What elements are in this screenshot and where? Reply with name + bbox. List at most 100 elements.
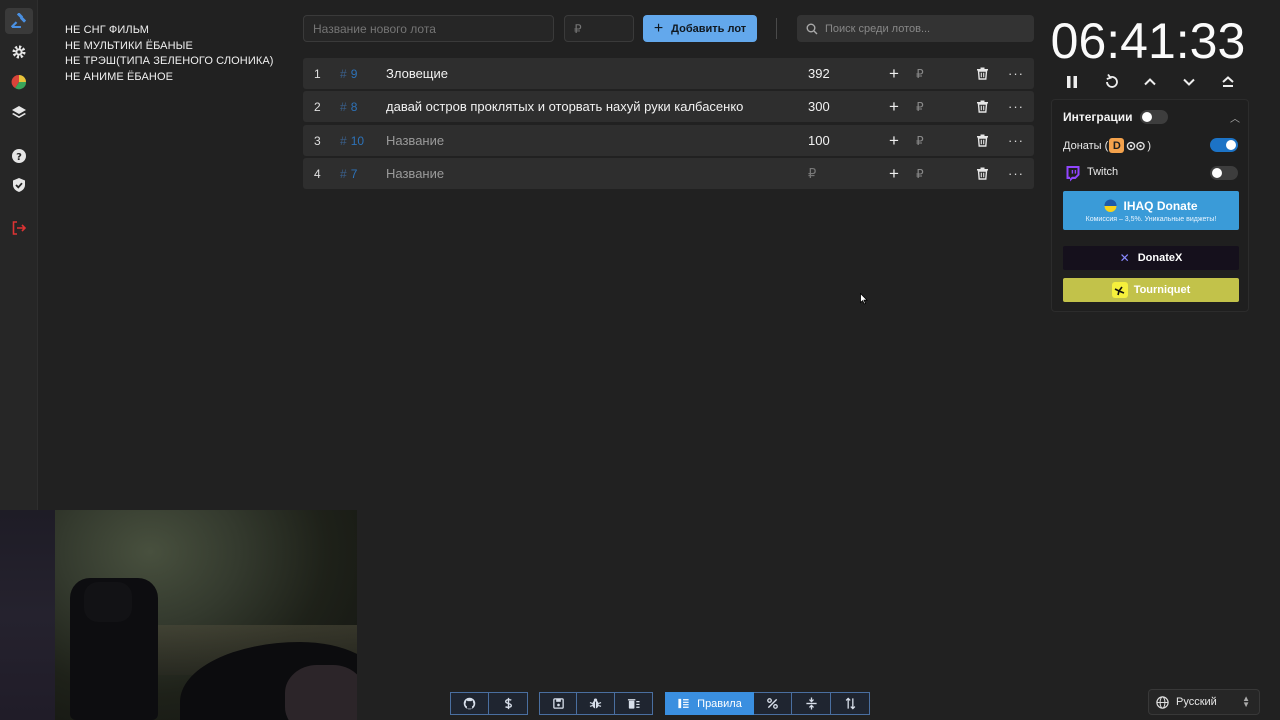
pie-chart-icon[interactable] (5, 69, 33, 95)
search-placeholder: Поиск среди лотов... (825, 22, 931, 35)
lot-row[interactable]: 4 #7 Название ₽ + ₽ ··· (303, 158, 1034, 189)
ruble-input[interactable]: ₽ (916, 125, 924, 156)
shield-check-icon[interactable] (5, 172, 33, 198)
donationalerts-logo-icon: D (1109, 138, 1125, 153)
add-amount-icon[interactable]: + (886, 91, 902, 122)
lot-amount-input[interactable] (564, 15, 634, 42)
globe-icon (1156, 695, 1169, 709)
donations-toggle[interactable] (1210, 138, 1238, 152)
sort-icon[interactable] (831, 692, 870, 715)
bug-icon[interactable] (577, 692, 615, 715)
tourniquet-button[interactable]: Tourniquet (1063, 278, 1239, 302)
lot-id: #9 (340, 58, 357, 89)
donations-label: Донаты ( (1063, 139, 1109, 152)
more-options-icon[interactable]: ··· (1008, 91, 1024, 122)
webcam-overlay (0, 510, 357, 720)
add-amount-icon[interactable]: + (886, 58, 902, 89)
add-amount-icon[interactable]: + (886, 125, 902, 156)
percent-icon[interactable] (754, 692, 792, 715)
hash-icon: # (340, 166, 347, 181)
lot-amount-field[interactable]: 300 (808, 91, 830, 122)
add-amount-icon[interactable]: + (886, 158, 902, 189)
tourniquet-label: Tourniquet (1133, 284, 1191, 296)
lot-name-field[interactable]: Зловещие (386, 58, 448, 89)
more-options-icon[interactable]: ··· (1008, 125, 1024, 156)
lot-name-field[interactable]: давай остров проклятых и оторвать нахуй … (386, 91, 743, 122)
toolbar-divider (776, 18, 777, 39)
trash-list-icon[interactable] (615, 692, 653, 715)
ruble-input[interactable]: ₽ (916, 58, 924, 89)
hash-icon: # (340, 133, 347, 148)
donatex-button[interactable]: ✕ DonateX (1063, 246, 1239, 270)
rule-line: НЕ МУЛЬТИКИ ЁБАНЫЕ (65, 39, 193, 52)
rules-list: НЕ СНГ ФИЛЬМ НЕ МУЛЬТИКИ ЁБАНЫЕ НЕ ТРЭШ(… (65, 23, 274, 85)
trash-icon[interactable] (976, 125, 989, 156)
search-icon (806, 23, 818, 34)
lot-row[interactable]: 1 #9 Зловещие 392 + ₽ ··· (303, 58, 1034, 89)
lot-amount-field[interactable]: ₽ (808, 158, 816, 189)
trash-icon[interactable] (976, 58, 989, 89)
svg-text:?: ? (16, 152, 22, 163)
lot-name-field[interactable]: Название (386, 125, 444, 156)
ruble-input[interactable]: ₽ (916, 91, 924, 122)
donations-row: Донаты ( D ) (1063, 138, 1151, 153)
twitch-icon (1066, 166, 1080, 182)
twitch-label: Twitch (1087, 166, 1119, 178)
lot-id-value: 9 (350, 66, 358, 81)
gavel-icon[interactable] (5, 8, 33, 34)
lot-search-input[interactable]: Поиск среди лотов... (797, 15, 1034, 42)
help-icon[interactable]: ? (5, 143, 33, 169)
gear-icon[interactable] (5, 39, 33, 65)
add-lot-label: Добавить лот (671, 22, 747, 35)
rule-line: НЕ АНИМЕ ЁБАНОЕ (65, 70, 174, 83)
lot-row[interactable]: 3 #10 Название 100 + ₽ ··· (303, 125, 1034, 156)
add-lot-button[interactable]: + Добавить лот (643, 15, 757, 42)
donatex-logo-icon: ✕ (1119, 251, 1130, 265)
more-options-icon[interactable]: ··· (1008, 58, 1024, 89)
bottom-group-tools (539, 692, 653, 715)
ihaq-logo-icon (1104, 199, 1117, 212)
hash-icon: # (340, 66, 347, 81)
rules-button[interactable]: Правила (665, 692, 754, 715)
reset-icon[interactable] (1100, 70, 1124, 94)
logout-icon[interactable] (5, 215, 33, 241)
lot-index: 3 (314, 133, 321, 148)
trash-icon[interactable] (976, 91, 989, 122)
pause-icon[interactable] (1060, 70, 1084, 94)
dollar-icon[interactable] (489, 692, 528, 715)
ruble-input[interactable]: ₽ (916, 158, 924, 189)
toggle-knob (1142, 112, 1152, 122)
double-chevron-up-icon[interactable] (1216, 70, 1240, 94)
ihaq-label: IHAQ Donate (1123, 198, 1198, 213)
split-icon[interactable] (792, 692, 831, 715)
rules-icon (678, 698, 689, 709)
lot-amount-field[interactable]: 392 (808, 58, 830, 89)
integrations-title: Интеграции (1063, 110, 1133, 124)
chevron-down-icon[interactable] (1177, 70, 1201, 94)
lot-row[interactable]: 2 #8 давай остров проклятых и оторвать на… (303, 91, 1034, 122)
lot-id-value: 10 (350, 133, 365, 148)
tourniquet-logo-icon (1111, 282, 1128, 298)
timer-controls (1056, 70, 1246, 94)
plus-icon: + (653, 19, 664, 37)
chevron-up-icon[interactable] (1138, 70, 1162, 94)
collapse-chevron-icon[interactable]: ︿ (1230, 110, 1240, 125)
twitch-toggle[interactable] (1210, 166, 1238, 180)
more-options-icon[interactable]: ··· (1008, 158, 1024, 189)
mouse-cursor-icon (860, 293, 868, 305)
lot-name-field[interactable]: Название (386, 158, 444, 189)
ihaq-subtitle: Комиссия – 3,5%. Уникальные виджеты! (1085, 215, 1217, 223)
glasses-icon (1127, 141, 1146, 150)
layers-icon[interactable] (5, 99, 33, 125)
integrations-toggle[interactable] (1140, 110, 1168, 124)
lot-name-input[interactable] (303, 15, 554, 42)
ihaq-donate-button[interactable]: IHAQ Donate Комиссия – 3,5%. Уникальные … (1063, 191, 1239, 230)
lot-amount-field[interactable]: 100 (808, 125, 830, 156)
rule-line: НЕ ТРЭШ(ТИПА ЗЕЛЕНОГО СЛОНИКА) (65, 55, 274, 67)
language-select[interactable]: Русский ▲ ▼ (1148, 689, 1260, 715)
rules-label: Правила (697, 697, 742, 710)
trash-icon[interactable] (976, 158, 989, 189)
bottom-group-modes: Правила (665, 692, 870, 715)
github-icon[interactable] (450, 692, 489, 715)
save-icon[interactable] (539, 692, 577, 715)
